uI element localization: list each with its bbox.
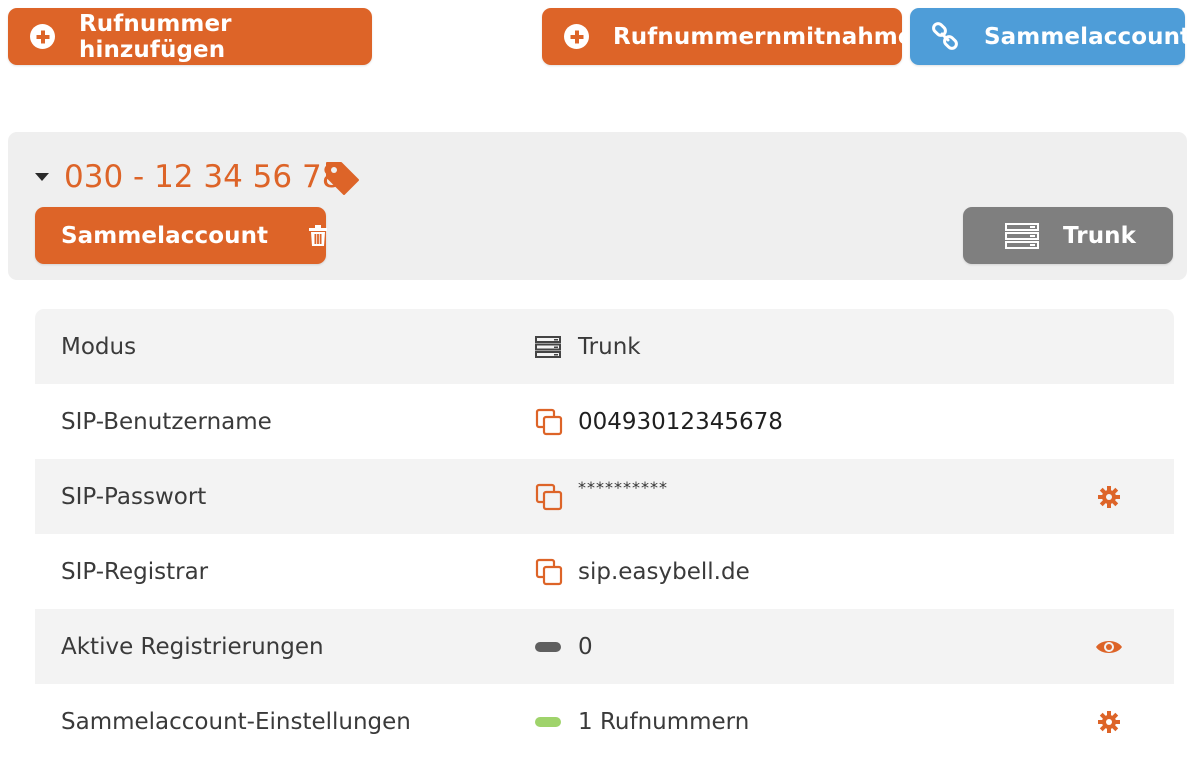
number-porting-label: Rufnummernmitnahme [613, 23, 914, 50]
collapse-caret-icon[interactable] [35, 173, 49, 181]
detail-row-mode: Modus Trunk [35, 309, 1174, 384]
plus-circle-icon [30, 24, 55, 49]
sip-details-table: Modus Trunk SIP-Benutzername 00493012345… [35, 309, 1174, 758]
detail-label: Aktive Registrierungen [61, 633, 324, 660]
gear-icon[interactable] [1095, 710, 1123, 734]
plus-circle-icon [564, 24, 589, 49]
detail-row-group-account-settings: Sammelaccount-Einstellungen 1 Rufnummern [35, 684, 1174, 758]
server-icon [1005, 222, 1039, 249]
detail-value: 00493012345678 [578, 408, 783, 435]
server-icon [535, 335, 565, 358]
link-icon [930, 21, 960, 52]
detail-value: 1 Rufnummern [578, 708, 750, 735]
group-account-label: Sammelaccount [984, 23, 1187, 50]
tag-icon[interactable] [323, 159, 361, 201]
number-porting-button[interactable]: Rufnummernmitnahme [542, 8, 913, 65]
group-account-badge-button[interactable]: Sammelaccount [35, 207, 328, 264]
copy-icon[interactable] [535, 558, 565, 586]
detail-label: Modus [61, 333, 137, 360]
detail-row-sip-password: SIP-Passwort ********** [35, 459, 1174, 534]
add-number-label: Rufnummer hinzufügen [79, 10, 232, 63]
group-account-button[interactable]: Sammelaccount [910, 8, 1187, 65]
gear-icon[interactable] [1095, 485, 1123, 509]
detail-label: SIP-Benutzername [61, 408, 272, 435]
detail-value: sip.easybell.de [578, 558, 750, 585]
eye-icon[interactable] [1095, 637, 1123, 657]
status-pill-active-icon [535, 716, 565, 727]
detail-value: 0 [578, 633, 593, 660]
add-number-button[interactable]: Rufnummer hinzufügen [8, 8, 372, 65]
status-pill-inactive-icon [535, 641, 565, 652]
number-panel: 030 - 12 34 56 78 Sammelaccount Trunk [8, 132, 1187, 280]
detail-label: SIP-Passwort [61, 483, 207, 510]
copy-icon[interactable] [535, 408, 565, 436]
detail-label: Sammelaccount-Einstellungen [61, 708, 411, 735]
trash-icon[interactable] [308, 224, 328, 247]
phone-number[interactable]: 030 - 12 34 56 78 [64, 159, 341, 195]
detail-value: Trunk [578, 333, 641, 360]
detail-label: SIP-Registrar [61, 558, 209, 585]
detail-row-sip-username: SIP-Benutzername 00493012345678 [35, 384, 1174, 459]
copy-icon[interactable] [535, 483, 565, 511]
detail-row-sip-registrar: SIP-Registrar sip.easybell.de [35, 534, 1174, 609]
trunk-mode-label: Trunk [1063, 222, 1137, 249]
detail-value-masked: ********** [578, 478, 668, 497]
group-account-badge-label: Sammelaccount [61, 222, 269, 249]
trunk-mode-button[interactable]: Trunk [963, 207, 1173, 264]
detail-row-active-registrations: Aktive Registrierungen 0 [35, 609, 1174, 684]
